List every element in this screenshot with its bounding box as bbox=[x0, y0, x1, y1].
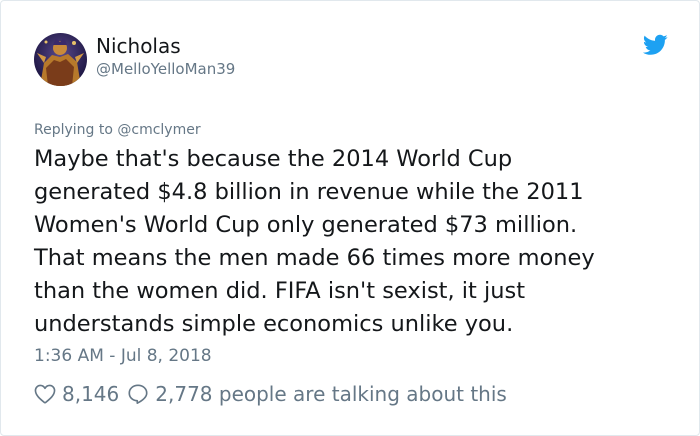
talking-count[interactable]: 2,778 people are talking about this bbox=[155, 382, 507, 406]
replying-to[interactable]: Replying to @cmclymer bbox=[34, 121, 201, 139]
like-count[interactable]: 8,146 bbox=[62, 382, 119, 406]
tweet-text: Maybe that's because the 2014 World Cup … bbox=[34, 146, 595, 337]
heart-icon[interactable] bbox=[34, 384, 56, 404]
engagement-bar: 8,146 2,778 people are talking about thi… bbox=[34, 380, 507, 408]
twitter-bird-icon[interactable] bbox=[642, 34, 668, 56]
avatar-image bbox=[34, 33, 87, 86]
timestamp[interactable]: 1:36 AM - Jul 8, 2018 bbox=[34, 345, 212, 367]
tweet-card: Nicholas @MelloYelloMan39 Replying to @c… bbox=[0, 0, 700, 436]
user-handle[interactable]: @MelloYelloMan39 bbox=[96, 59, 235, 79]
avatar[interactable] bbox=[34, 33, 87, 86]
display-name[interactable]: Nicholas bbox=[96, 33, 181, 59]
speech-bubble-icon[interactable] bbox=[127, 383, 149, 405]
